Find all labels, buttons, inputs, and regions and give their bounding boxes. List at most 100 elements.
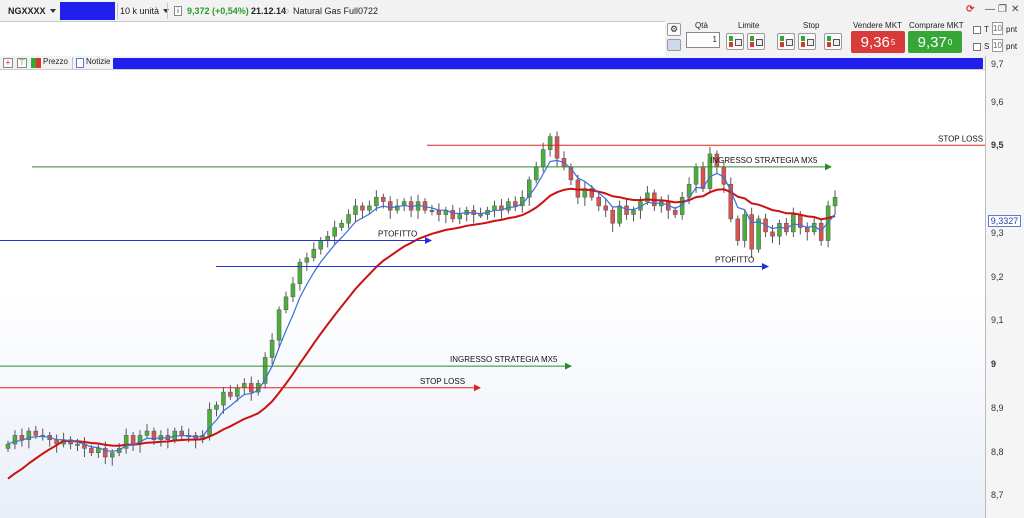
current-price-label: 9,3327 (988, 215, 1021, 227)
candle-body (297, 261, 303, 285)
redacted-field (113, 58, 983, 69)
sell-label: Vendere MKT (853, 21, 902, 30)
symbol-label: NGXXXX (8, 6, 46, 16)
redacted-field (60, 2, 115, 20)
t-label: T (984, 25, 989, 34)
candle-body (221, 391, 226, 406)
candle-body (12, 435, 18, 445)
annotation-label: INGRESSO STRATEGIA MX5 (450, 355, 558, 364)
candle-body (436, 209, 442, 215)
axis-tick: 9,1 (991, 315, 1004, 325)
sell-button[interactable]: 9,36 5 (851, 31, 905, 53)
price-axis[interactable]: 9,7 9,6 9,5 9,3 9,2 9,1 9 8,9 8,8 8,7 (985, 56, 1024, 518)
restore-icon[interactable]: ❐ (998, 4, 1007, 15)
add-icon[interactable]: + (3, 58, 13, 68)
separator (117, 3, 118, 19)
axis-tick: 9,3 (991, 228, 1004, 238)
candle-body (360, 205, 365, 211)
arrow-icon (565, 362, 572, 370)
stop-order-button[interactable] (824, 33, 842, 50)
candle-body (235, 387, 240, 397)
candle-body (290, 283, 296, 298)
candle-body (603, 205, 608, 211)
axis-tick: 8,7 (991, 490, 1004, 500)
axis-tick: 8,8 (991, 447, 1004, 457)
keyboard-icon[interactable] (667, 39, 681, 51)
info-icon[interactable]: i (174, 6, 182, 16)
buy-button[interactable]: 9,37 0 (908, 31, 962, 53)
price-change: 9,372 (+0,54%) (187, 6, 249, 16)
candle-body (693, 166, 699, 185)
candle-body (610, 209, 615, 224)
candle-body (742, 214, 747, 241)
arrow-icon (825, 163, 832, 171)
candle-body (89, 448, 94, 453)
qty-label: Qtà (695, 21, 708, 30)
candle-body (325, 235, 330, 241)
candle-body (242, 383, 247, 389)
quantity-unit-selector[interactable]: 10 k unità (120, 0, 170, 22)
tab-price[interactable]: Prezzo (43, 57, 68, 66)
candle-body (672, 209, 678, 215)
limit-buy-button[interactable] (726, 33, 744, 50)
qty-input[interactable]: 1 (686, 32, 720, 48)
t-value-input[interactable]: 10 (992, 22, 1003, 35)
candle-body (283, 296, 289, 311)
candle-body (457, 214, 462, 220)
annotation-label: PTOFITTO (715, 256, 754, 265)
candle-body (228, 391, 233, 397)
candle-body (777, 222, 782, 237)
candle-body (144, 430, 150, 436)
t-checkbox[interactable] (973, 26, 981, 34)
symbol-selector[interactable]: NGXXXX (8, 0, 56, 22)
annotation-label: PTOFITTO (378, 230, 417, 239)
candle-chart-icon[interactable] (31, 58, 41, 68)
axis-tick: 9,7 (991, 59, 1004, 69)
candle-body (513, 201, 518, 207)
axis-tick: 9,2 (991, 272, 1004, 282)
s-value-input[interactable]: 10 (992, 39, 1003, 52)
close-icon[interactable]: ✕ (1011, 4, 1019, 15)
chevron-down-icon (49, 9, 56, 13)
candle-body (728, 183, 734, 220)
axis-tick: 9,6 (991, 97, 1004, 107)
candle-body (805, 227, 810, 233)
stop-sell-button[interactable] (798, 33, 816, 50)
separator (72, 57, 73, 69)
s-checkbox[interactable] (973, 43, 981, 51)
axis-tick: 8,9 (991, 403, 1004, 413)
pin-icon[interactable]: ⊤ (17, 58, 27, 68)
buy-label: Comprare MKT (909, 21, 964, 30)
candle-body (269, 339, 275, 358)
stop-buy-button[interactable] (777, 33, 795, 50)
buy-price-pip: 0 (947, 37, 953, 47)
news-icon (76, 58, 84, 68)
price-chart[interactable]: STOP LOSS INGRESSO STRATEGIA MX5 PTOFITTO P… (0, 70, 985, 518)
tab-news[interactable]: Notizie (86, 57, 110, 66)
candle-body (346, 214, 351, 224)
candle-body (367, 205, 372, 211)
candle-body (478, 214, 483, 217)
candle-body (130, 435, 136, 445)
sync-icon[interactable]: ⟳ (966, 4, 974, 15)
candle-body (624, 205, 629, 215)
instrument-name: Natural Gas Full0722 (293, 6, 379, 16)
candle-body (756, 218, 761, 250)
chart-canvas[interactable]: STOP LOSS INGRESSO STRATEGIA MX5 PTOFITTO P… (0, 70, 985, 518)
candle-body (75, 443, 80, 446)
wrench-icon[interactable]: ⚙ (667, 23, 681, 36)
candle-body (214, 404, 219, 410)
candle-body (770, 231, 775, 237)
limit-label: Limite (738, 21, 760, 30)
annotation-label: INGRESSO STRATEGIA MX5 (710, 156, 818, 165)
candle-body (540, 149, 546, 168)
minimize-icon[interactable]: — (985, 4, 995, 15)
sell-price-pip: 5 (890, 37, 896, 47)
limit-sell-button[interactable] (747, 33, 765, 50)
candle-body (332, 227, 337, 237)
candle-body (554, 136, 560, 159)
price-time: 21.12.14 (251, 6, 287, 16)
candle-body (450, 209, 456, 220)
candle-body (318, 240, 323, 250)
candle-body (617, 205, 622, 224)
